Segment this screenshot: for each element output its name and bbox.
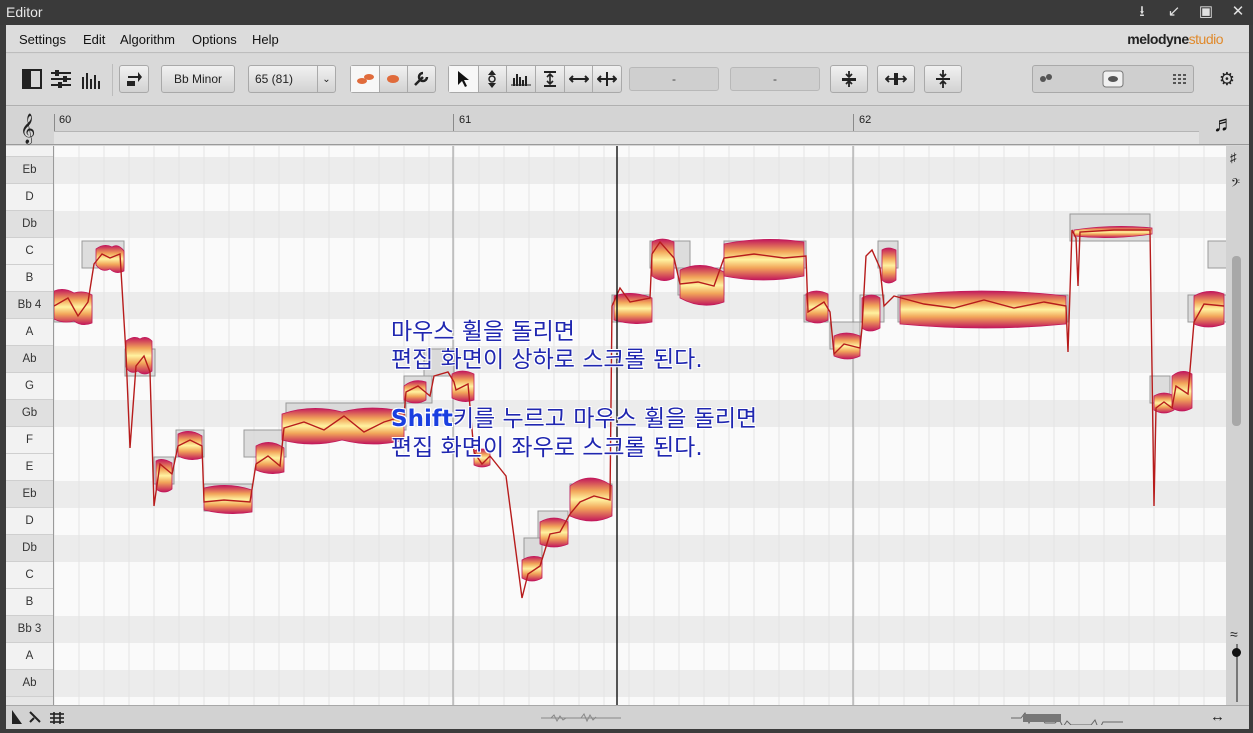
track-overview[interactable] [1011, 711, 1151, 725]
menu-help[interactable]: Help [252, 32, 279, 47]
pitch-row-label: A [6, 643, 53, 670]
loop-region[interactable] [54, 131, 1199, 144]
menu-bar: Settings Edit Algorithm Options Help mel… [6, 25, 1249, 53]
levels-icon[interactable] [79, 65, 105, 93]
pitch-row-label: Db [6, 211, 53, 238]
pitch-row-label: Gb [6, 400, 53, 427]
chord-icon[interactable]: ♯ [1230, 150, 1237, 165]
info-field-b: - [730, 67, 820, 91]
pitch-row-label: Bb 4 [6, 292, 53, 319]
brand-name: melodyne [1127, 31, 1189, 47]
info-field-a: - [629, 67, 719, 91]
separation-tool-icon[interactable] [592, 66, 621, 92]
pitch-row-label: Ab [6, 670, 53, 697]
pitch-row-label: Db [6, 535, 53, 562]
caption-line-2: 편집 화면이 상하로 스크롤 된다. [391, 347, 703, 373]
caption-line-4: 편집 화면이 좌우로 스크롤 된다. [391, 435, 703, 461]
blob-playback-icon[interactable] [351, 66, 380, 92]
menu-settings[interactable]: Settings [19, 32, 66, 47]
layout-icon[interactable] [21, 65, 43, 93]
menu-algorithm[interactable]: Algorithm [120, 32, 175, 47]
caption-shift-key: Shift [391, 406, 453, 432]
time-tool-icon[interactable] [563, 66, 593, 92]
treble-clef-icon[interactable]: 𝄞 [20, 113, 35, 145]
gear-icon[interactable]: ⚙ [1212, 65, 1242, 93]
formant-tool-icon[interactable] [506, 66, 535, 92]
pitch-tool-icon[interactable] [477, 66, 507, 92]
pitch-row-label: D [6, 184, 53, 211]
mixer-icon[interactable] [49, 65, 73, 93]
pitch-row-label: Ab [6, 346, 53, 373]
minimize-icon[interactable]: ↙ [1165, 3, 1183, 21]
zoom-handle[interactable] [1232, 648, 1241, 657]
tempo-value: 65 (81) [255, 72, 294, 86]
tool-group [448, 65, 622, 93]
pitch-row-label: F [6, 427, 53, 454]
pitch-row-label: Bb 3 [6, 616, 53, 643]
pitch-row-label: A [6, 319, 53, 346]
title-bar: Editor ⭳ ↙ ▣ ✕ [0, 0, 1253, 25]
pitch-row-label: C [6, 238, 53, 265]
editor-frame: Settings Edit Algorithm Options Help mel… [6, 25, 1249, 729]
bottom-bar: ↔ [6, 705, 1249, 729]
chevron-down-icon[interactable]: ⌄ [317, 66, 335, 92]
note-icon[interactable]: ♬ [1213, 111, 1235, 137]
zoom-slider[interactable] [1032, 65, 1194, 93]
pitch-row-label: Eb [6, 157, 53, 184]
pin-icon[interactable]: ⭳ [1133, 3, 1151, 21]
bar-number: 61 [459, 114, 472, 126]
timeline-ruler[interactable]: 𝄞 60 61 62 ♬ [6, 107, 1249, 145]
menu-options[interactable]: Options [192, 32, 237, 47]
close-icon[interactable]: ✕ [1229, 3, 1247, 21]
menu-edit[interactable]: Edit [83, 32, 105, 47]
caption-line-3-rest: 키를 누르고 마우스 휠을 돌리면 [452, 406, 758, 432]
arrow-tool-icon[interactable] [449, 66, 478, 92]
pitch-row-label: Eb [6, 481, 53, 508]
note-editor-grid[interactable]: 마우스 휠을 돌리면 편집 화면이 상하로 스크롤 된다. Shift키를 누르… [54, 146, 1226, 706]
toolbar: Bb Minor 65 (81) ⌄ - - ⚙ [6, 54, 1249, 106]
wrench-icon[interactable] [406, 66, 435, 92]
window-title: Editor [6, 4, 43, 20]
playback-mode-group [350, 65, 436, 93]
pitch-row-label: D [6, 508, 53, 535]
caption-line-3: Shift키를 누르고 마우스 휠을 돌리면 [391, 405, 757, 434]
bar-number: 62 [859, 114, 872, 126]
tempo-field[interactable]: 65 (81) ⌄ [248, 65, 336, 93]
fit-view-icon[interactable]: ↔ [1210, 708, 1225, 725]
key-button[interactable]: Bb Minor [161, 65, 235, 93]
wave-zoom-icon[interactable]: ≈ [1230, 626, 1238, 642]
waveform-overview[interactable] [541, 711, 621, 725]
pitch-row-label: B [6, 589, 53, 616]
pitch-row-label: B [6, 265, 53, 292]
vertical-scrollbar[interactable]: ♯ 𝄢 ≈ [1226, 146, 1249, 706]
pitch-row-label: E [6, 146, 53, 157]
caption-line-1: 마우스 휠을 돌리면 [391, 319, 575, 345]
quantize-pitch-button[interactable] [830, 65, 868, 93]
snap-button[interactable] [119, 65, 149, 93]
single-blob-icon[interactable] [379, 66, 406, 92]
scale-icon[interactable]: 𝄢 [1231, 176, 1240, 193]
pitch-row-label: G [6, 373, 53, 400]
brand-edition: studio [1188, 31, 1224, 47]
quantize-time-button[interactable] [877, 65, 915, 93]
tool-icons[interactable] [10, 708, 70, 728]
bar-number: 60 [59, 114, 72, 126]
brand-logo: melodynestudio [1127, 31, 1223, 47]
pitch-row-label: E [6, 454, 53, 481]
maximize-icon[interactable]: ▣ [1197, 3, 1215, 21]
pitch-row-label: C [6, 562, 53, 589]
pitch-ruler[interactable]: E Eb D Db C B Bb 4 A Ab G Gb F E Eb D Db… [6, 146, 54, 706]
amplitude-tool-icon[interactable] [535, 66, 564, 92]
scroll-thumb[interactable] [1232, 256, 1241, 426]
amplitude-button[interactable] [924, 65, 962, 93]
